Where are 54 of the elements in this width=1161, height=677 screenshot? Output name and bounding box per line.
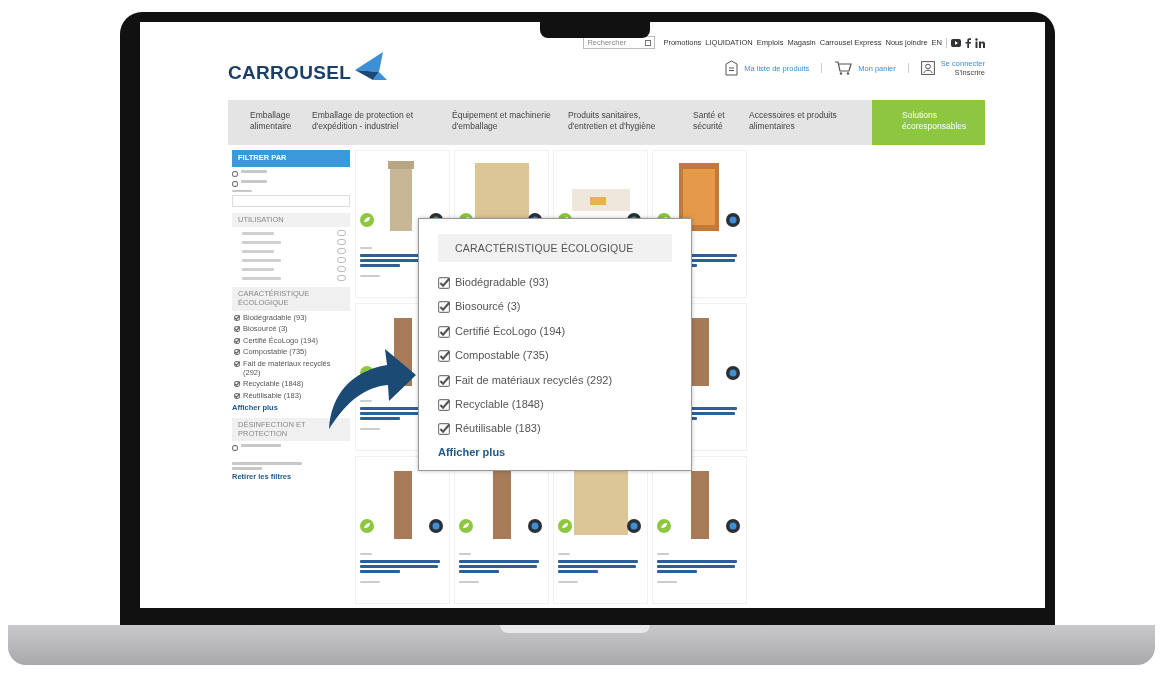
select-field[interactable] (232, 194, 350, 207)
toggle-switch[interactable] (337, 257, 346, 264)
cart-icon[interactable] (834, 61, 853, 75)
filter-option-label[interactable]: Fait de matériaux recyclés (292) (455, 372, 613, 388)
clipboard-icon[interactable] (725, 60, 739, 76)
nav-item[interactable]: Santé et sécurité (685, 100, 741, 145)
toggle-switch[interactable] (337, 239, 346, 246)
checkbox[interactable] (232, 170, 238, 177)
checkbox[interactable] (234, 337, 240, 344)
add-to-list-icon[interactable] (528, 519, 542, 533)
nav-item[interactable]: Accessoires et produits alimentaires (741, 100, 861, 145)
user-icon[interactable] (920, 61, 935, 75)
linkedin-icon[interactable] (975, 37, 985, 48)
checkbox[interactable] (438, 301, 450, 314)
checkbox[interactable] (234, 314, 240, 321)
toggle-switch[interactable] (337, 266, 346, 273)
filter-option-label[interactable]: Recyclable (1848) (455, 396, 544, 413)
logo-text[interactable]: CARROUSEL (228, 63, 352, 82)
checkbox[interactable] (234, 361, 240, 367)
filter-option-label[interactable]: Réutilisable (183) (455, 421, 541, 437)
add-to-list-icon[interactable] (627, 519, 641, 533)
nav-item[interactable]: Emballage alimentaire (242, 100, 304, 145)
toggle-switch[interactable] (337, 230, 346, 237)
checkbox[interactable] (438, 374, 450, 387)
video-icon[interactable] (951, 38, 961, 47)
nav-item[interactable]: Équipement et machinerie d'emballage (444, 100, 560, 145)
facebook-icon[interactable] (965, 37, 971, 48)
filter-option-label[interactable]: Biodégradable (93) (455, 275, 549, 291)
toggle-switch[interactable] (337, 248, 346, 255)
add-to-list-icon[interactable] (726, 519, 740, 533)
checkbox[interactable] (438, 277, 450, 289)
checkbox[interactable] (438, 350, 450, 363)
nav-item[interactable]: Produits sanitaires, d'entretien et d'hygiène (560, 100, 685, 145)
checkbox[interactable] (234, 326, 240, 333)
toggle-switch[interactable] (337, 275, 346, 282)
checkbox[interactable] (232, 180, 238, 187)
checkbox[interactable] (232, 445, 238, 452)
show-more-link[interactable]: Afficher plus (438, 445, 672, 458)
checkbox[interactable] (234, 392, 240, 399)
add-to-list-icon[interactable] (429, 519, 443, 533)
checkbox[interactable] (234, 381, 240, 388)
filter-option-label[interactable]: Biosourcé (3) (455, 299, 521, 315)
add-to-list-icon[interactable] (726, 213, 740, 227)
checkbox[interactable] (234, 349, 240, 356)
filter-option-label[interactable]: Certifié ÉcoLogo (194) (455, 323, 566, 340)
nav-item[interactable]: Emballage de protection et d'expédition - industriel (304, 100, 444, 145)
search-icon[interactable] (645, 39, 652, 46)
checkbox[interactable] (438, 398, 450, 411)
filter-option-label[interactable]: Compostable (735) (455, 348, 549, 364)
section-header: CARACTÉRISTIQUE ÉCOLOGIQUE (438, 234, 672, 262)
add-to-list-icon[interactable] (726, 366, 740, 380)
checkbox[interactable] (438, 423, 450, 436)
sail-logo-icon[interactable] (353, 50, 390, 82)
checkbox[interactable] (438, 325, 450, 338)
